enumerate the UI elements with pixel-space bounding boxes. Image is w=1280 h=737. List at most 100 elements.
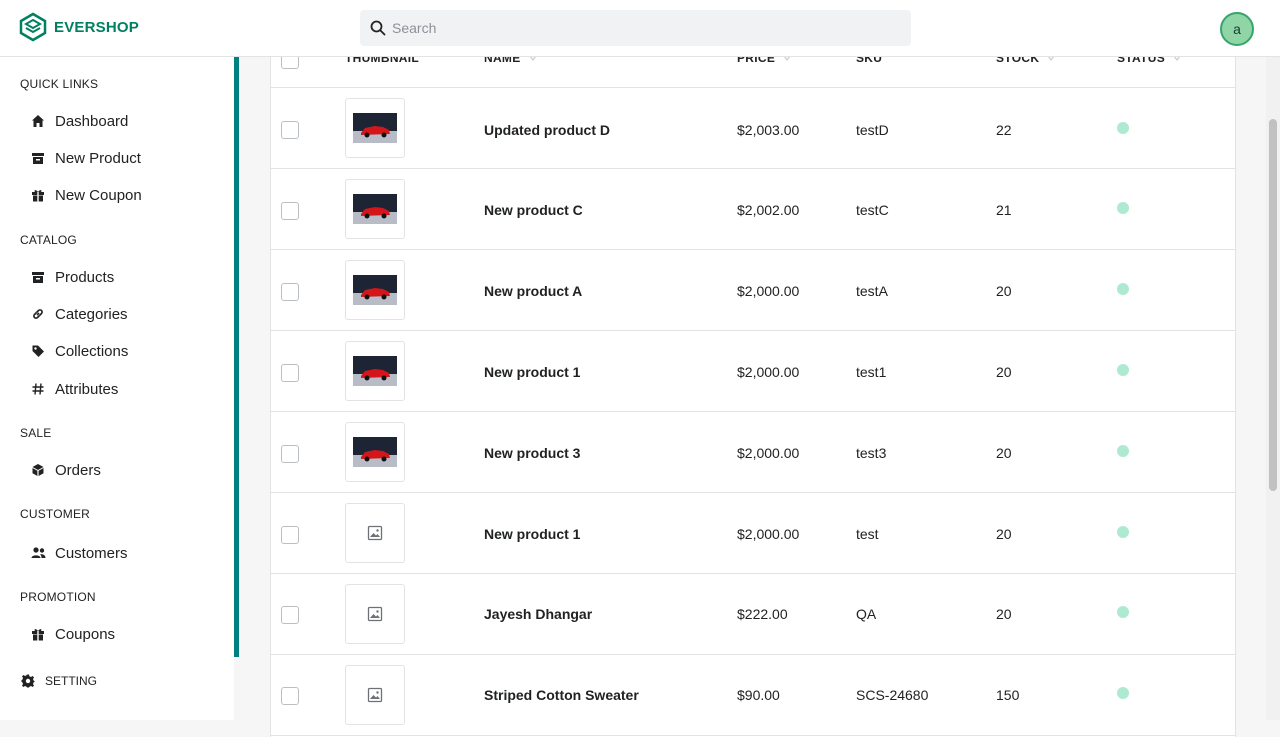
tag-icon (30, 343, 46, 359)
sidebar-item-products[interactable]: Products (30, 266, 114, 288)
placeholder-image-icon (367, 525, 383, 541)
sku-cell: test3 (856, 445, 887, 461)
page-scrollbar[interactable] (1266, 57, 1280, 720)
sidebar-item-dashboard[interactable]: Dashboard (30, 110, 128, 132)
sidebar-scrollbar[interactable] (234, 57, 239, 657)
sidebar: QUICK LINKS Dashboard New Product New Co… (0, 57, 234, 720)
row-checkbox[interactable] (281, 606, 299, 624)
table-row[interactable]: New product C $2,002.00 testC 21 (271, 169, 1235, 250)
table-row[interactable]: New product 1 $2,000.00 test 20 (271, 493, 1235, 574)
stock-cell: 150 (996, 687, 1020, 703)
price-cell: $222.00 (737, 606, 788, 622)
section-title-customer: CUSTOMER (20, 507, 91, 521)
product-name-link[interactable]: Striped Cotton Sweater (484, 687, 639, 703)
sidebar-item-label: New Coupon (55, 186, 142, 204)
sku-cell: test (856, 526, 879, 542)
sidebar-item-label: Coupons (55, 625, 116, 643)
row-checkbox[interactable] (281, 445, 299, 463)
gift-icon (30, 626, 46, 642)
stock-cell: 20 (996, 445, 1012, 461)
stock-cell: 21 (996, 202, 1012, 218)
table-row[interactable]: New product A $2,000.00 testA 20 (271, 250, 1235, 331)
stock-cell: 20 (996, 283, 1012, 299)
row-checkbox[interactable] (281, 121, 299, 139)
status-indicator (1117, 687, 1129, 699)
product-thumbnail[interactable] (345, 503, 405, 563)
product-thumbnail[interactable] (345, 665, 405, 725)
table-row[interactable]: Jayesh Dhangar $222.00 QA 20 (271, 574, 1235, 655)
product-name-link[interactable]: Updated product D (484, 122, 610, 138)
sidebar-item-new-coupon[interactable]: New Coupon (30, 184, 142, 206)
cube-icon (30, 462, 46, 478)
table-row[interactable]: Updated product D $2,003.00 testD 22 (271, 88, 1235, 169)
table-row[interactable]: New product 1 $2,000.00 test1 20 (271, 331, 1235, 412)
placeholder-image-icon (367, 687, 383, 703)
scrollbar-thumb[interactable] (1269, 119, 1277, 491)
row-checkbox[interactable] (281, 283, 299, 301)
sidebar-item-label: Customers (55, 544, 128, 562)
car-image (353, 194, 397, 224)
sidebar-item-label: New Product (55, 149, 141, 167)
section-title-promotion: PROMOTION (20, 590, 96, 604)
sidebar-item-attributes[interactable]: Attributes (30, 378, 118, 400)
sidebar-item-label: Collections (55, 342, 129, 360)
sku-cell: testC (856, 202, 889, 218)
archive-icon (30, 269, 46, 285)
evershop-logo-icon (19, 12, 47, 42)
search-input[interactable] (392, 20, 852, 36)
sku-cell: QA (856, 606, 877, 622)
hash-icon (30, 381, 46, 397)
product-name-link[interactable]: New product C (484, 202, 583, 218)
gift-icon (30, 187, 46, 203)
products-table-card: THUMBNAIL NAME PRICE SKU STOCK STATUS Up… (270, 51, 1236, 737)
product-thumbnail[interactable] (345, 179, 405, 239)
sidebar-item-orders[interactable]: Orders (30, 459, 101, 481)
product-thumbnail[interactable] (345, 341, 405, 401)
product-name-link[interactable]: New product 3 (484, 445, 580, 461)
sidebar-item-coupons[interactable]: Coupons (30, 623, 115, 645)
car-image (353, 275, 397, 305)
product-name-link[interactable]: Jayesh Dhangar (484, 606, 592, 622)
sku-cell: testA (856, 283, 888, 299)
sidebar-item-customers[interactable]: Customers (30, 542, 128, 564)
avatar[interactable]: a (1220, 12, 1254, 46)
stock-cell: 20 (996, 364, 1012, 380)
stock-cell: 22 (996, 122, 1012, 138)
product-name-link[interactable]: New product A (484, 283, 582, 299)
price-cell: $2,000.00 (737, 283, 800, 299)
product-thumbnail[interactable] (345, 422, 405, 482)
price-cell: $2,002.00 (737, 202, 800, 218)
price-cell: $90.00 (737, 687, 780, 703)
search-icon (370, 20, 386, 36)
row-checkbox[interactable] (281, 687, 299, 705)
archive-icon (30, 150, 46, 166)
table-row[interactable]: New product 3 $2,000.00 test3 20 (271, 412, 1235, 493)
product-name-link[interactable]: New product 1 (484, 526, 580, 542)
placeholder-image-icon (367, 606, 383, 622)
car-image (353, 437, 397, 467)
table-row[interactable]: Striped Cotton Sweater $90.00 SCS-24680 … (271, 655, 1235, 736)
product-thumbnail[interactable] (345, 98, 405, 158)
row-checkbox[interactable] (281, 526, 299, 544)
sidebar-item-label: Products (55, 268, 115, 286)
product-name-link[interactable]: New product 1 (484, 364, 580, 380)
stock-cell: 20 (996, 526, 1012, 542)
search-bar[interactable] (360, 10, 911, 46)
section-title-sale: SALE (20, 426, 52, 440)
sidebar-item-categories[interactable]: Categories (30, 303, 128, 325)
sidebar-item-setting[interactable]: SETTING (20, 673, 97, 689)
sku-cell: testD (856, 122, 889, 138)
row-checkbox[interactable] (281, 364, 299, 382)
status-indicator (1117, 445, 1129, 457)
product-thumbnail[interactable] (345, 260, 405, 320)
logo[interactable]: EVERSHOP (18, 12, 139, 42)
sku-cell: test1 (856, 364, 887, 380)
sidebar-item-new-product[interactable]: New Product (30, 147, 141, 169)
section-title-catalog: CATALOG (20, 233, 77, 247)
sidebar-item-collections[interactable]: Collections (30, 340, 128, 362)
status-indicator (1117, 202, 1129, 214)
product-thumbnail[interactable] (345, 584, 405, 644)
row-checkbox[interactable] (281, 202, 299, 220)
price-cell: $2,003.00 (737, 122, 800, 138)
brand-name: EVERSHOP (54, 18, 139, 36)
